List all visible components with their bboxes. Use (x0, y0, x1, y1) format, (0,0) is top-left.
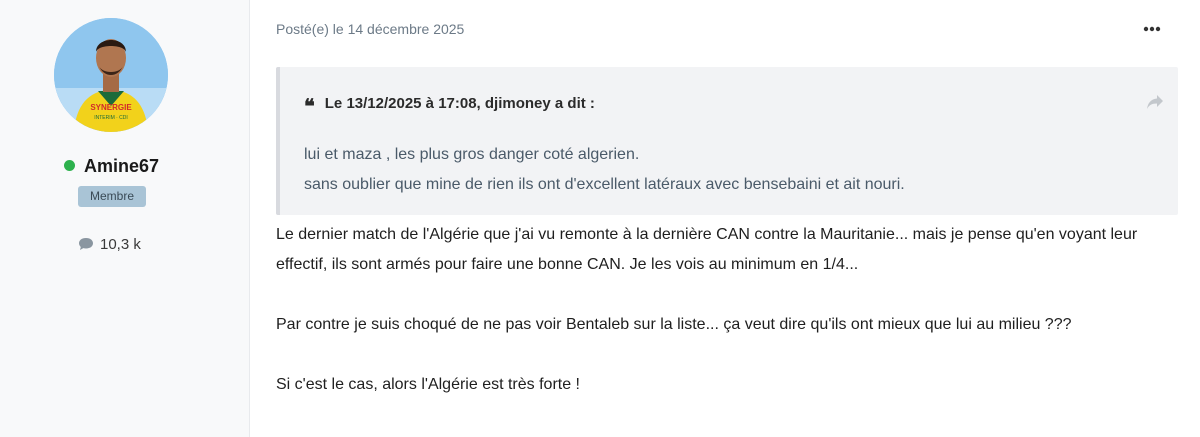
post-paragraph: Par contre je suis choqué de ne pas voir… (276, 316, 1072, 333)
quote-line: sans oublier que mine de rien ils ont d'… (304, 176, 905, 193)
post-text-line: effectif, ils sont armés pour faire une … (276, 256, 859, 273)
post-paragraph: Le dernier match de l'Algérie que j'ai v… (276, 220, 1137, 280)
quote-citation-text[interactable]: Le 13/12/2025 à 17:08, djimoney a dit : (325, 95, 595, 112)
quote-citation: ❝ Le 13/12/2025 à 17:08, djimoney a dit : (304, 94, 595, 118)
post-date[interactable]: Posté(e) le 14 décembre 2025 (276, 21, 464, 37)
online-dot-icon (63, 160, 75, 171)
forum-post: SYNERGIE INTERIM · CDI Amine67 Membre 10… (0, 0, 1200, 437)
post-count-value: 10,3 k (100, 236, 141, 253)
author-name-row: Amine67 (0, 156, 223, 177)
comment-bubble-icon (79, 238, 93, 250)
post-text-line: Le dernier match de l'Algérie que j'ai v… (276, 226, 1138, 243)
author-name[interactable]: Amine67 (84, 156, 159, 176)
quote-body: lui et maza , les plus gros danger coté … (304, 140, 905, 200)
post-paragraph: Si c'est le cas, alors l'Algérie est trè… (276, 376, 580, 393)
ellipsis-icon[interactable] (1142, 22, 1162, 36)
post-content: Posté(e) le 14 décembre 2025 ❝ Le 13/12/2… (250, 0, 1200, 437)
post-body: Le dernier match de l'Algérie que j'ai v… (276, 220, 1137, 430)
avatar-image: SYNERGIE INTERIM · CDI (54, 18, 168, 132)
quote-line: lui et maza , les plus gros danger coté … (304, 146, 640, 163)
quote-icon: ❝ (304, 94, 315, 118)
avatar-shirt-subtext: INTERIM · CDI (94, 115, 128, 121)
share-arrow-icon[interactable] (1146, 94, 1164, 110)
author-panel: SYNERGIE INTERIM · CDI Amine67 Membre 10… (0, 0, 250, 437)
avatar-shirt-text: SYNERGIE (90, 103, 132, 112)
post-count: 10,3 k (78, 236, 141, 253)
quote-block: ❝ Le 13/12/2025 à 17:08, djimoney a dit :… (276, 67, 1178, 215)
avatar[interactable]: SYNERGIE INTERIM · CDI (54, 18, 168, 132)
group-badge: Membre (78, 186, 146, 207)
